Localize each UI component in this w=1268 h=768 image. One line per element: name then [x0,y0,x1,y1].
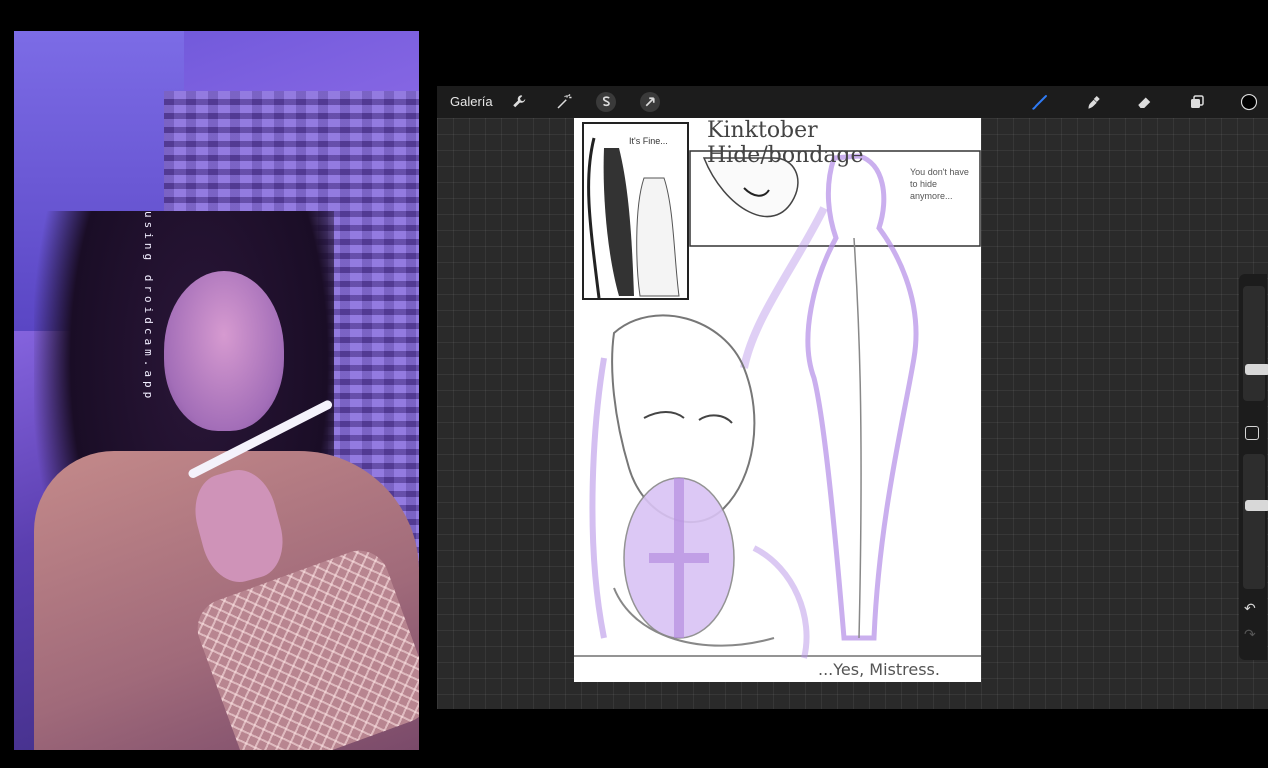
arrow-cursor-icon[interactable] [640,92,660,112]
speech-bubble-text: You don't have to hide anymore... [910,167,969,201]
wrench-icon[interactable] [510,92,530,112]
page-title-text: Kinktober Hide/bondage [707,118,864,168]
layers-icon[interactable] [1187,92,1207,112]
brush-size-slider[interactable] [1243,286,1268,401]
opacity-slider[interactable] [1243,454,1268,589]
opacity-thumb[interactable] [1245,500,1268,511]
magic-wand-icon[interactable] [554,92,574,112]
selection-s-icon[interactable] [596,92,616,112]
redo-icon[interactable]: ↷ [1244,626,1256,643]
brush-size-thumb[interactable] [1245,364,1268,375]
brush-icon[interactable] [1030,92,1050,112]
smudge-icon[interactable] [1083,92,1103,112]
color-picker-button[interactable] [1239,92,1259,112]
panel1-caption: It's Fine... [629,136,668,146]
person-face [164,271,284,431]
caption-text: ...Yes, Mistress. [818,660,940,679]
top-toolbar: Galería [437,86,1268,118]
square-icon[interactable] [1245,426,1259,440]
gallery-button[interactable]: Galería [450,94,493,109]
eraser-icon[interactable] [1135,92,1155,112]
drawing-canvas[interactable]: Kinktober Hide/bondage It's Fine... You … [574,118,981,682]
webcam-overlay: using droidcam.app [14,31,419,750]
drawing-app-window: Galería Kinktober Hide/bondage It's Fine… [437,86,1268,709]
comic-page-artwork [574,122,981,659]
webcam-watermark: using droidcam.app [142,211,155,403]
right-sidebar: ↶ ↷ [1239,274,1268,660]
undo-icon[interactable]: ↶ [1244,600,1256,617]
